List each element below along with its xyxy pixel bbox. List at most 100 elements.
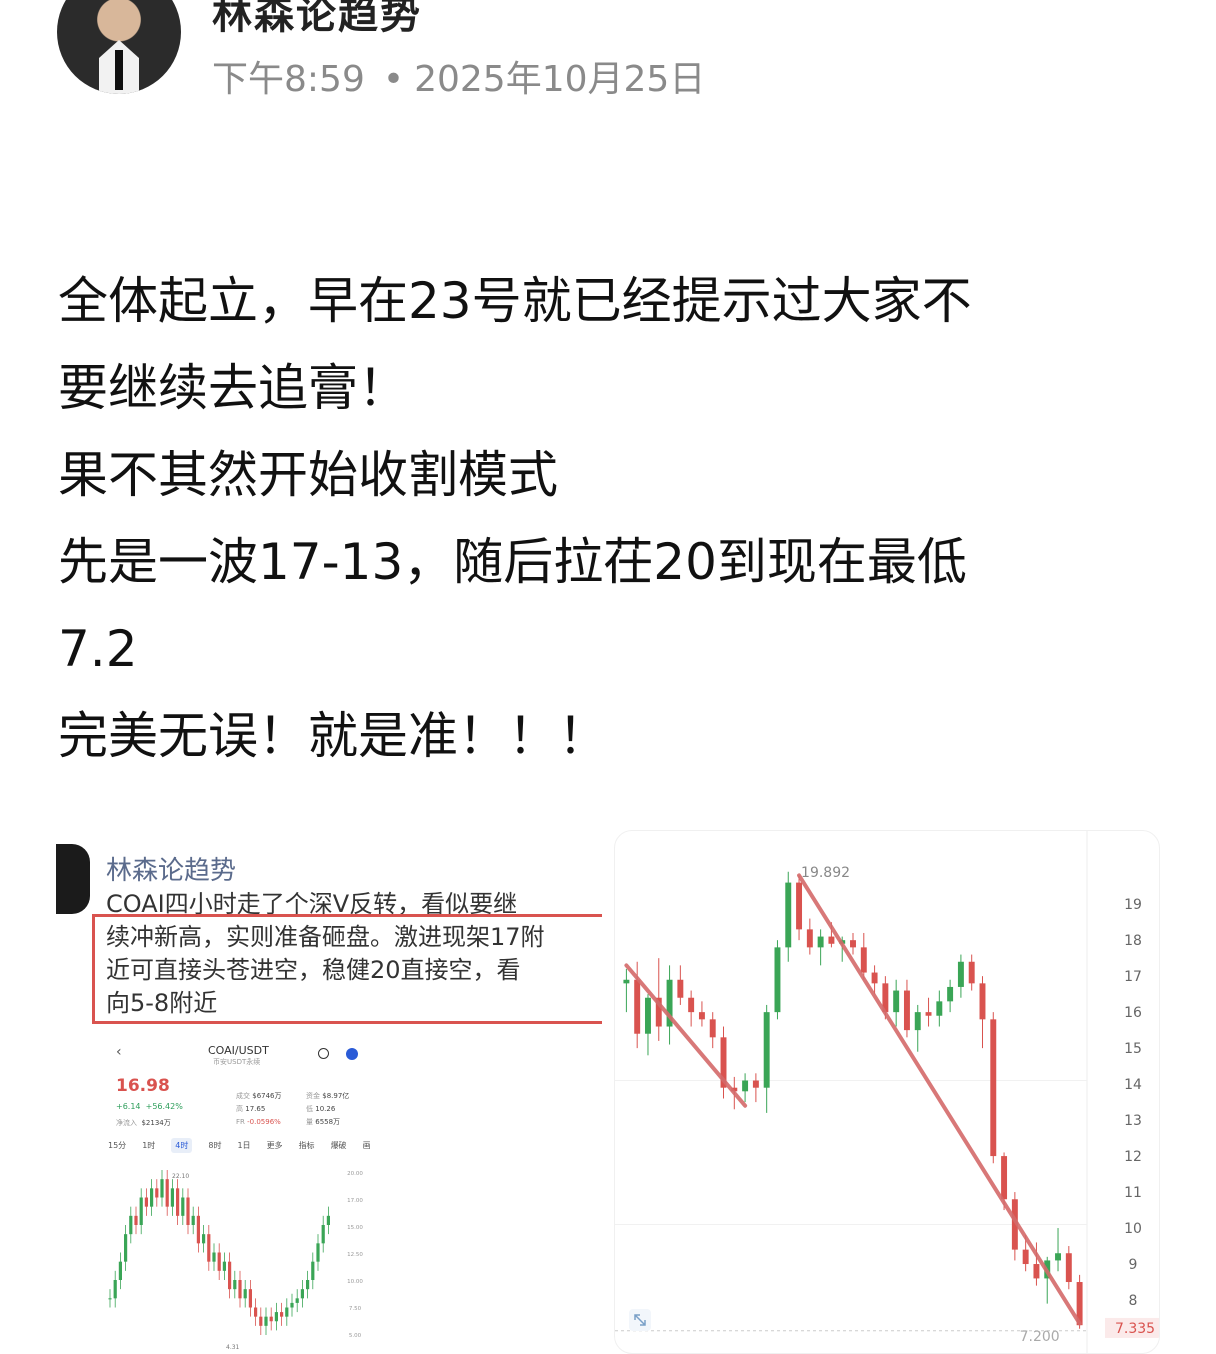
mini-body [222,1261,226,1271]
mini-body [280,1312,284,1317]
post-line: 全体起立，早在23号就已经提示过大家不 [58,272,972,330]
stats-col-2: 资金 $8.97亿 低 10.26 量 6558万 [306,1092,350,1126]
candle-body [774,947,781,1013]
candle-body [796,882,803,930]
candle-body [957,961,964,987]
mini-body [295,1298,299,1303]
candle-body [806,929,813,948]
high-price-label: 19.892 [801,865,850,881]
mini-body [300,1289,304,1299]
tab-indicators[interactable]: 指标 [299,1140,315,1151]
chart-grid [615,831,1088,1353]
price-change: +6.14 +56.42% [116,1102,183,1111]
mini-y-tick: 17.00 [347,1198,363,1204]
candle-body [828,936,835,944]
chart-candles [623,871,1083,1329]
tab-4h[interactable]: 4时 [171,1138,193,1153]
tab-1d[interactable]: 1日 [237,1140,250,1151]
candle-body [968,961,975,984]
y-tick-label: 18 [1124,933,1142,949]
post-image-left[interactable]: 林森论趋势 COAI四小时走了个深V反转，看似要继 续冲新高，实则准备砸盘。激进… [56,830,602,1352]
back-icon: ‹ [116,1044,122,1060]
candle-body [763,1012,770,1088]
mini-body [243,1289,247,1299]
mini-body [134,1215,138,1225]
mini-body [139,1197,143,1225]
candle-body [645,997,651,1034]
mini-body [259,1316,263,1326]
mini-body [238,1280,242,1299]
mini-body [113,1280,117,1299]
pair-subtitle: 币安USDT永续 [213,1058,261,1066]
mini-y-tick: 12.50 [347,1252,363,1258]
tab-15m[interactable]: 15分 [108,1140,126,1151]
mini-body [207,1234,211,1262]
candle-body [871,972,878,984]
mini-body [202,1234,206,1244]
mini-body [285,1307,289,1317]
candle-body [1001,1156,1008,1200]
mini-body [124,1234,128,1262]
tab-draw[interactable]: 画 [363,1140,371,1151]
expand-icon [629,1309,651,1331]
mini-body [274,1312,278,1322]
candle-body [903,990,910,1031]
stats-col-1: 成交 $6746万 高 17.65 FR -0.0596% [236,1092,282,1126]
y-axis-ticks: 19 18 17 16 15 14 13 12 11 10 9 8 [1124,897,1142,1309]
y-tick-label: 15 [1124,1041,1142,1057]
mini-body [196,1215,200,1244]
candle-body [925,1012,932,1016]
mini-body [311,1261,315,1280]
tab-1h[interactable]: 1时 [142,1140,155,1151]
post-image-right[interactable]: 19 18 17 16 15 14 13 12 11 10 9 8 19.892 7.200 7.33… [614,830,1160,1354]
tab-liquidation[interactable]: 爆破 [331,1140,347,1151]
mini-body [254,1307,258,1317]
candlestick-chart: 19 18 17 16 15 14 13 12 11 10 9 8 19.892 7.200 7.33… [615,831,1159,1353]
candle-body [914,1012,921,1031]
y-tick-label: 19 [1124,897,1142,913]
candle-body [752,1080,759,1088]
mini-body [316,1243,320,1262]
mini-body [160,1179,164,1198]
mini-body [321,1225,325,1244]
low-price-label: 7.200 [1020,1329,1060,1345]
mini-body [228,1261,232,1290]
author-avatar[interactable] [57,0,181,94]
candle-body [1033,1264,1040,1279]
mini-body [170,1188,174,1207]
mini-body [264,1316,268,1326]
mini-candles [108,1170,330,1335]
tab-more[interactable]: 更多 [267,1140,283,1151]
candle-body [850,940,856,948]
y-tick-label: 9 [1129,1257,1138,1273]
candle-body [709,1019,716,1038]
mini-body [248,1289,252,1308]
candle-body [936,1001,943,1016]
candle-body [698,1012,705,1020]
mini-y-tick: 7.50 [349,1306,362,1312]
mini-y-tick: 15.00 [347,1225,363,1231]
candle-body [634,979,641,1034]
mini-body [269,1316,273,1322]
post-time: 下午8:59 [212,59,365,100]
trendline [624,963,748,1108]
candle-body [677,979,684,998]
y-tick-label: 10 [1124,1221,1142,1237]
mini-body [129,1215,133,1235]
quoted-avatar [56,844,90,914]
mini-body [150,1188,154,1207]
highlight-box [92,914,602,1024]
candle-body [860,947,867,973]
mini-body [290,1302,294,1308]
mini-body [217,1252,221,1271]
mini-y-tick: 10.00 [347,1279,363,1285]
post-line: 完美无误！就是准！！！ [58,707,608,765]
mini-body [191,1215,195,1225]
candle-body [785,882,792,948]
mini-low-label: 4.31 [226,1344,240,1351]
author-name[interactable]: 林森论趋势 [212,0,422,40]
candle-body [893,990,900,1013]
tab-8h[interactable]: 8时 [208,1140,221,1151]
mini-body [144,1197,148,1207]
last-price: 16.98 [116,1076,170,1096]
